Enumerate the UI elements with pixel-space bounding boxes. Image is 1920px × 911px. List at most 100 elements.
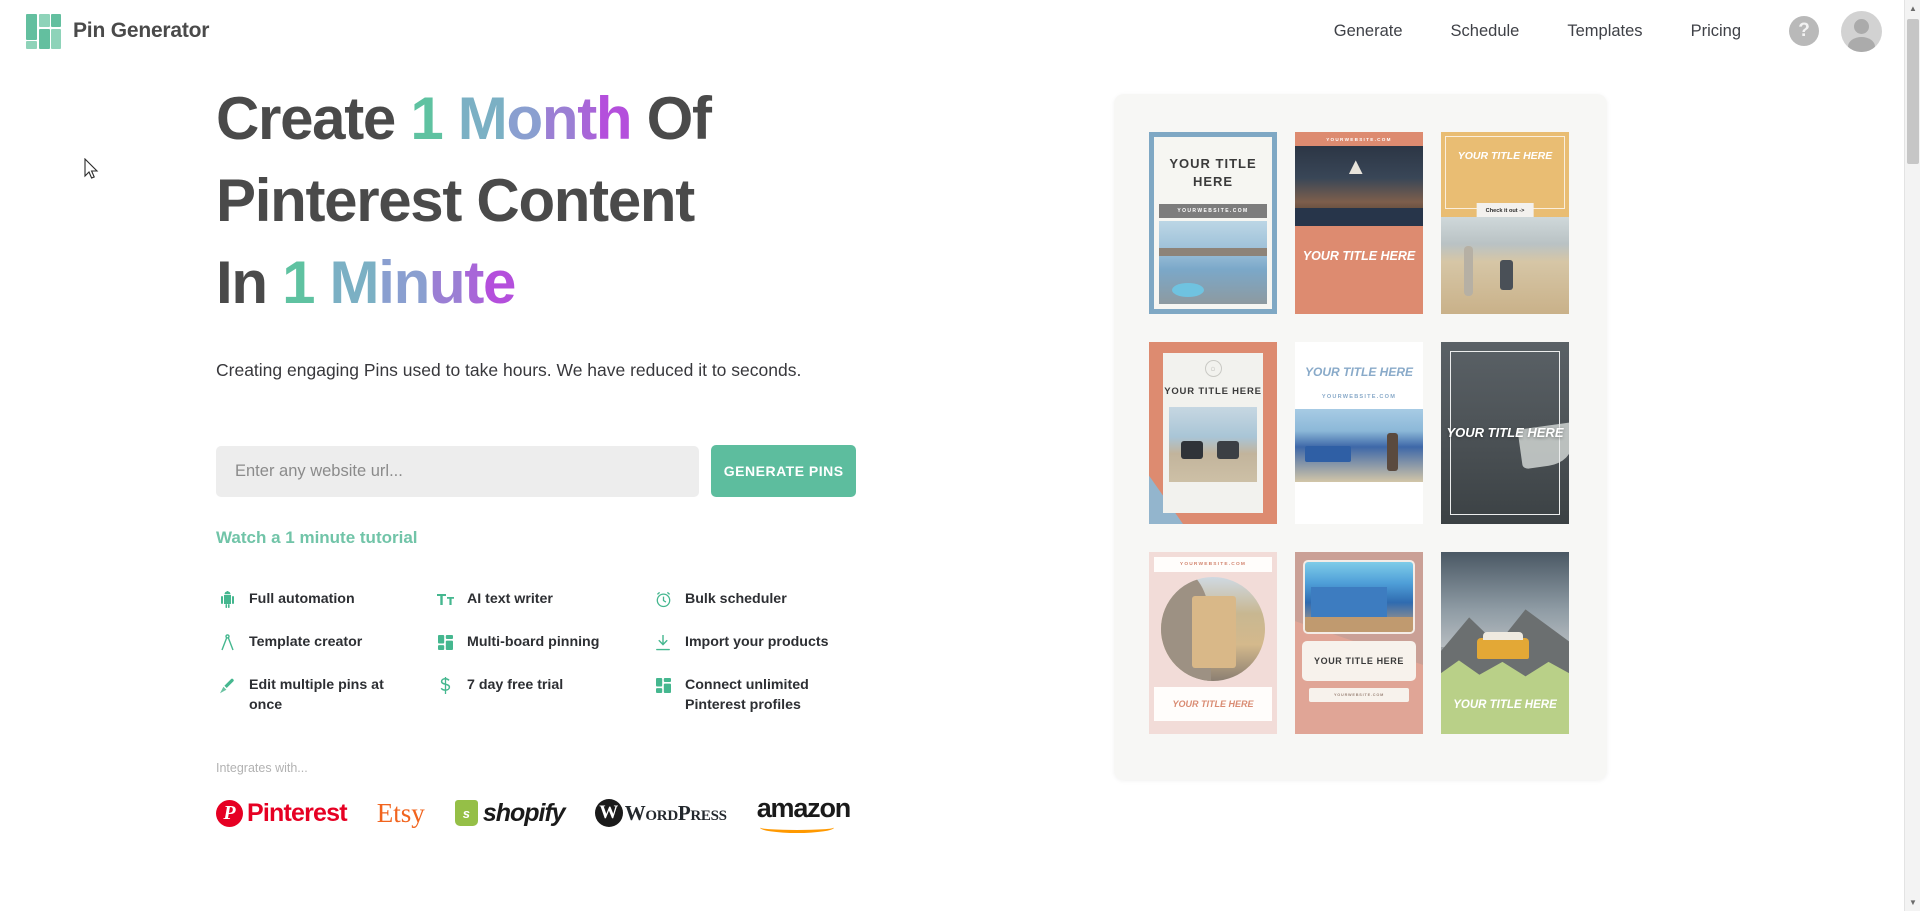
brand-name: Pin Generator <box>73 19 210 42</box>
wordpress-wordmark: WordPress <box>624 800 727 825</box>
shopify-logo: s shopify <box>454 798 566 828</box>
feature-item-ai-text-writer: AI text writer <box>434 589 652 610</box>
pin-website-label: YOURWEBSITE.COM <box>1159 204 1267 219</box>
shopify-wordmark: shopify <box>482 798 566 827</box>
feature-label: 7 day free trial <box>467 677 564 693</box>
headline-part: Create <box>216 85 411 152</box>
headline-char: t <box>464 249 484 316</box>
feature-item-template-creator: Template creator <box>216 632 434 653</box>
pin-template-8[interactable]: YOUR TITLE HERE YOURWEBSITE.COM <box>1295 552 1423 734</box>
tutorial-link[interactable]: Watch a 1 minute tutorial <box>216 528 418 548</box>
pin-van <box>1476 631 1529 659</box>
scrollbar-thumb[interactable] <box>1907 19 1919 164</box>
wordpress-logo: W WordPress <box>594 799 727 827</box>
headline-line2: Pinterest Content <box>216 167 695 234</box>
feature-label: Import your products <box>685 634 829 650</box>
search-input[interactable] <box>216 445 700 497</box>
help-icon[interactable]: ? <box>1789 16 1819 46</box>
pin-website-label: YOURWEBSITE.COM <box>1309 688 1409 703</box>
pin-title: YOUR TITLE HERE <box>1453 699 1557 712</box>
headline-char: i <box>378 249 395 316</box>
pin-template-3[interactable]: YOUR TITLE HERE Check it out -> <box>1441 132 1569 314</box>
feature-item-edit-multiple-pins: Edit multiple pins at once <box>216 675 434 715</box>
pinterest-mark-icon: P <box>216 799 243 827</box>
headline-part: Of <box>631 85 712 152</box>
pin-photo <box>1159 221 1267 304</box>
hero-section: Create 1 Month Of Pinterest Content In 1… <box>216 78 856 833</box>
etsy-wordmark: Etsy <box>376 797 425 828</box>
brush-icon <box>216 675 238 696</box>
url-form: GENERATE PINS <box>216 445 856 497</box>
wordpress-mark-icon: W <box>594 799 623 827</box>
pin-logo-icon: ◯ <box>1204 360 1222 377</box>
pin-title: YOUR TITLE HERE <box>1304 365 1413 379</box>
nav-link-pricing[interactable]: Pricing <box>1667 22 1765 41</box>
pin-photo <box>1303 560 1415 634</box>
feature-item-multi-board-pinning: Multi-board pinning <box>434 632 652 653</box>
pin-title: YOUR TITLE HERE <box>1302 249 1416 263</box>
pin-template-2[interactable]: YOURWEBSITE.COM YOUR TITLE HERE <box>1295 132 1423 314</box>
page-title: Create 1 Month Of Pinterest Content In 1… <box>216 78 856 324</box>
headline-number: 1 <box>410 85 443 152</box>
pin-title: YOUR TITLE HERE <box>1446 425 1564 441</box>
feature-item-bulk-scheduler: Bulk scheduler <box>652 589 892 610</box>
pin-title: YOUR TITLE HERE <box>1313 656 1404 666</box>
amazon-logo: amazon <box>756 793 852 833</box>
headline-char: M <box>329 249 380 316</box>
pin-title: YOUR TITLE HERE <box>1172 699 1254 709</box>
nav-link-templates[interactable]: Templates <box>1543 22 1666 41</box>
compass-icon <box>216 632 238 653</box>
pin-photo <box>1295 409 1423 483</box>
pin-template-5[interactable]: YOUR TITLE HERE YOURWEBSITE.COM <box>1295 342 1423 524</box>
feature-list: Full automation AI text writer Bulk sche… <box>216 589 856 715</box>
feature-label: Bulk scheduler <box>685 591 787 607</box>
pin-title: YOUR TITLE HERE <box>1457 150 1553 162</box>
headline-number: 1 <box>282 249 315 316</box>
feature-label: Multi-board pinning <box>467 634 600 650</box>
nav-link-generate[interactable]: Generate <box>1310 22 1427 41</box>
pin-photo <box>1169 406 1257 482</box>
user-avatar-icon[interactable] <box>1841 10 1882 52</box>
amazon-wordmark: amazon <box>756 793 852 823</box>
brand-logo[interactable]: Pin Generator <box>26 14 210 49</box>
headline-char: o <box>506 85 543 152</box>
generate-pins-button[interactable]: GENERATE PINS <box>711 445 856 497</box>
grid-icon <box>652 675 674 696</box>
pin-photo <box>1161 577 1265 681</box>
integrates-label: Integrates with... <box>216 761 308 775</box>
headline-char: M <box>457 85 508 152</box>
feature-label: AI text writer <box>467 591 553 607</box>
pin-template-7[interactable]: YOURWEBSITE.COM YOUR TITLE HERE <box>1149 552 1277 734</box>
etsy-logo: Etsy <box>377 798 425 829</box>
pin-photo <box>1441 217 1569 314</box>
pin-preview-panel: YOUR TITLE HERE YOURWEBSITE.COM YOURWEBS… <box>1114 94 1607 780</box>
shopify-bag-icon: s <box>454 800 478 826</box>
pin-template-4[interactable]: ◯ YOUR TITLE HERE <box>1149 342 1277 524</box>
feature-item-full-automation: Full automation <box>216 589 434 610</box>
headline-char: e <box>483 249 516 316</box>
pin-template-6[interactable]: YOUR TITLE HERE <box>1441 342 1569 524</box>
feature-item-free-trial: 7 day free trial <box>434 675 652 715</box>
pin-template-1[interactable]: YOUR TITLE HERE YOURWEBSITE.COM <box>1149 132 1277 314</box>
grid-logo-icon <box>26 14 61 49</box>
download-icon <box>652 632 674 653</box>
page-scrollbar[interactable]: ▲ ▼ <box>1904 0 1920 911</box>
alarm-clock-icon <box>652 589 674 610</box>
scroll-down-arrow-icon[interactable]: ▼ <box>1905 894 1920 911</box>
mouse-cursor-icon <box>84 157 99 185</box>
headline-char: u <box>428 249 466 316</box>
feature-label: Template creator <box>249 634 363 650</box>
pin-title: YOUR TITLE HERE <box>1164 386 1262 397</box>
pin-photo <box>1295 146 1423 226</box>
pin-website-label: YOURWEBSITE.COM <box>1154 557 1272 572</box>
pin-template-9[interactable]: YOUR TITLE HERE <box>1441 552 1569 734</box>
text-format-icon <box>434 589 456 610</box>
hero-subtitle: Creating engaging Pins used to take hour… <box>216 360 802 380</box>
feature-label: Connect unlimited Pinterest profiles <box>685 677 809 713</box>
headline-part: In <box>216 249 283 316</box>
pin-website-label: YOURWEBSITE.COM <box>1321 394 1397 401</box>
nav-link-schedule[interactable]: Schedule <box>1427 22 1544 41</box>
headline-char: n <box>541 85 579 152</box>
scroll-up-arrow-icon[interactable]: ▲ <box>1905 0 1920 17</box>
integration-logos: P Pinterest Etsy s shopify W WordPress a… <box>216 793 856 833</box>
